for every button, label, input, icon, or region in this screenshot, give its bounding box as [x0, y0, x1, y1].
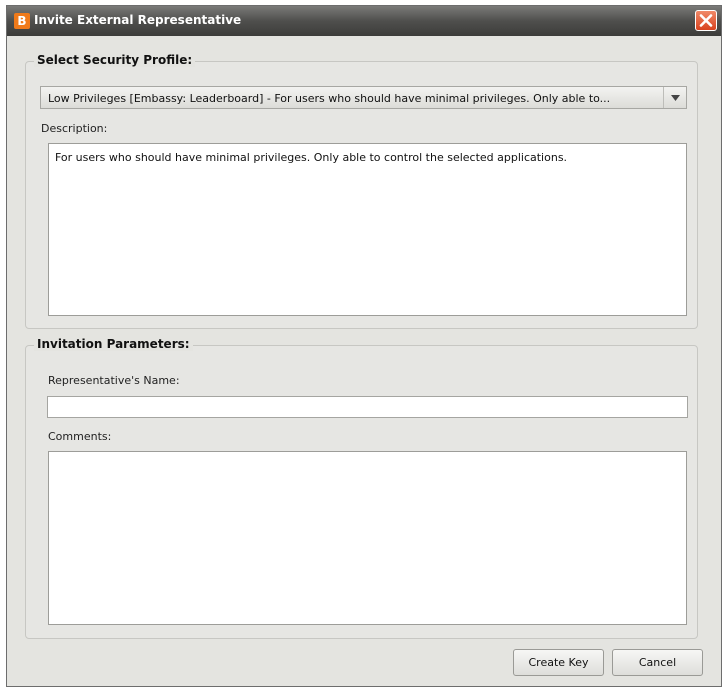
create-key-button[interactable]: Create Key — [513, 649, 604, 676]
description-textarea[interactable]: For users who should have minimal privil… — [48, 143, 687, 316]
comments-label: Comments: — [48, 430, 112, 443]
title-bar[interactable]: B Invite External Representative — [7, 6, 721, 36]
security-profile-dropdown[interactable]: Low Privileges [Embassy: Leaderboard] - … — [40, 86, 687, 109]
chevron-down-icon — [671, 95, 680, 101]
representative-name-field[interactable] — [47, 396, 688, 418]
description-text: For users who should have minimal privil… — [55, 151, 568, 164]
security-profile-selected: Low Privileges [Embassy: Leaderboard] - … — [48, 92, 611, 105]
dropdown-button[interactable] — [663, 87, 686, 108]
comments-textarea[interactable] — [48, 451, 687, 625]
close-icon — [699, 14, 713, 27]
dialog-title: Invite External Representative — [34, 13, 242, 27]
invitation-parameters-legend: Invitation Parameters: — [34, 337, 193, 351]
app-logo-icon: B — [14, 13, 30, 29]
security-profile-legend: Select Security Profile: — [34, 53, 196, 67]
description-label: Description: — [41, 122, 108, 135]
close-button[interactable] — [695, 10, 717, 31]
cancel-button[interactable]: Cancel — [612, 649, 703, 676]
representative-name-label: Representative's Name: — [48, 374, 180, 387]
